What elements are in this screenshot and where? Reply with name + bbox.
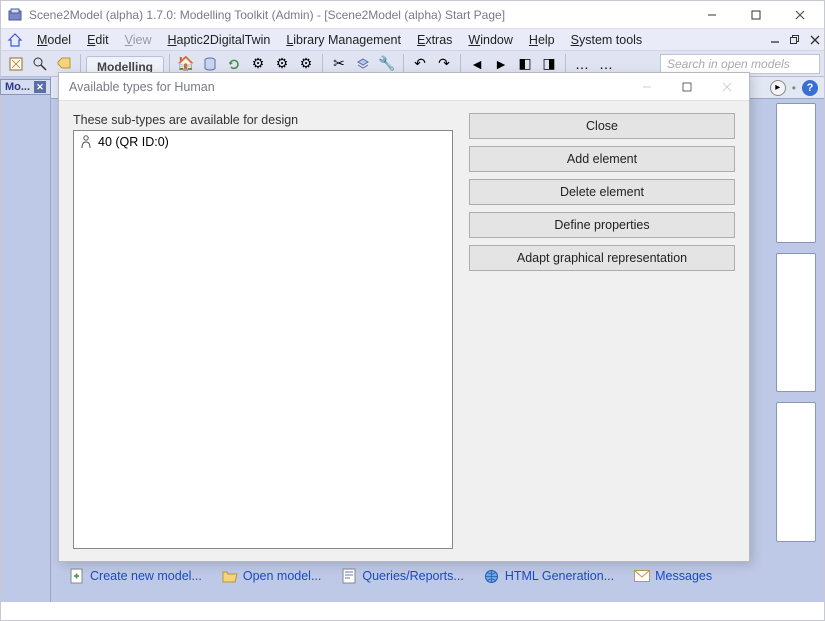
mdi-controls xyxy=(764,32,824,48)
define-properties-button[interactable]: Define properties xyxy=(469,212,735,238)
window-title: Scene2Model (alpha) 1.7.0: Modelling Too… xyxy=(29,8,690,22)
messages-label: Messages xyxy=(655,569,712,583)
menu-help[interactable]: Help xyxy=(521,31,563,49)
dialog-minimize-button xyxy=(627,73,667,101)
menu-extras[interactable]: Extras xyxy=(409,31,460,49)
panel-1 xyxy=(776,103,816,243)
nav-circle-button[interactable]: ▸ xyxy=(770,80,786,96)
maximize-button[interactable] xyxy=(734,1,778,29)
open-model-link[interactable]: Open model... xyxy=(222,568,322,584)
subtypes-listbox[interactable]: 40 (QR ID:0) xyxy=(73,130,453,549)
toolbar-btn-1[interactable] xyxy=(5,53,27,75)
bottom-links: Create new model... Open model... Queries/… xyxy=(59,556,816,596)
dialog-title: Available types for Human xyxy=(69,80,627,94)
messages-link[interactable]: Messages xyxy=(634,568,712,584)
dialog-maximize-button[interactable] xyxy=(667,73,707,101)
dialog-label: These sub-types are available for design xyxy=(73,113,453,127)
html-generation-label: HTML Generation... xyxy=(505,569,614,583)
list-item[interactable]: 40 (QR ID:0) xyxy=(77,134,449,150)
menu-library-management[interactable]: Library Management xyxy=(278,31,409,49)
left-sidebar: Mo... ✕ xyxy=(1,77,51,602)
html-generation-link[interactable]: HTML Generation... xyxy=(484,568,614,584)
delete-element-button[interactable]: Delete element xyxy=(469,179,735,205)
topbar-sep: • xyxy=(792,81,796,95)
open-model-label: Open model... xyxy=(243,569,322,583)
panel-2 xyxy=(776,253,816,393)
mdi-restore-button[interactable] xyxy=(786,32,804,48)
report-icon xyxy=(341,568,357,584)
dialog-titlebar: Available types for Human xyxy=(59,73,749,101)
sidebar-tab[interactable]: Mo... ✕ xyxy=(0,79,51,95)
menu-system-tools[interactable]: System tools xyxy=(563,31,651,49)
menu-model[interactable]: Model xyxy=(29,31,79,49)
dialog-buttons-panel: Close Add element Delete element Define … xyxy=(469,113,735,549)
create-new-model-label: Create new model... xyxy=(90,569,202,583)
dialog-close-button xyxy=(707,73,747,101)
mdi-close-button[interactable] xyxy=(806,32,824,48)
sidebar-tab-close-icon[interactable]: ✕ xyxy=(34,81,46,93)
statusbar xyxy=(1,602,824,620)
queries-reports-label: Queries/Reports... xyxy=(362,569,463,583)
available-types-dialog: Available types for Human These sub-type… xyxy=(58,72,750,562)
dialog-window-controls xyxy=(627,73,747,101)
menu-view: View xyxy=(117,31,160,49)
globe-icon xyxy=(484,568,500,584)
sidebar-tab-label: Mo... xyxy=(5,81,30,93)
window-controls xyxy=(690,1,822,29)
folder-open-icon xyxy=(222,568,238,584)
app-icon xyxy=(7,7,23,23)
menubar: ModelEditViewHaptic2DigitalTwinLibrary M… xyxy=(1,29,824,51)
menu-haptic2digitaltwin[interactable]: Haptic2DigitalTwin xyxy=(160,31,279,49)
dialog-left-panel: These sub-types are available for design… xyxy=(73,113,453,549)
content-panels xyxy=(776,103,816,542)
help-button[interactable]: ? xyxy=(802,80,818,96)
list-item-label: 40 (QR ID:0) xyxy=(98,135,169,149)
create-new-model-link[interactable]: Create new model... xyxy=(69,568,202,584)
mdi-minimize-button[interactable] xyxy=(766,32,784,48)
panel-3 xyxy=(776,402,816,542)
search-input[interactable]: Search in open models xyxy=(660,54,820,74)
menu-edit[interactable]: Edit xyxy=(79,31,117,49)
adapt-graphical-button[interactable]: Adapt graphical representation xyxy=(469,245,735,271)
minimize-button[interactable] xyxy=(690,1,734,29)
titlebar: Scene2Model (alpha) 1.7.0: Modelling Too… xyxy=(1,1,824,29)
close-button[interactable] xyxy=(778,1,822,29)
human-icon xyxy=(79,135,93,149)
queries-reports-link[interactable]: Queries/Reports... xyxy=(341,568,463,584)
file-plus-icon xyxy=(69,568,85,584)
add-element-button[interactable]: Add element xyxy=(469,146,735,172)
menu-window[interactable]: Window xyxy=(460,31,520,49)
home-icon[interactable] xyxy=(5,30,25,50)
mail-icon xyxy=(634,568,650,584)
toolbar-btn-2[interactable] xyxy=(29,53,51,75)
dialog-body: These sub-types are available for design… xyxy=(59,101,749,561)
close-dialog-button[interactable]: Close xyxy=(469,113,735,139)
